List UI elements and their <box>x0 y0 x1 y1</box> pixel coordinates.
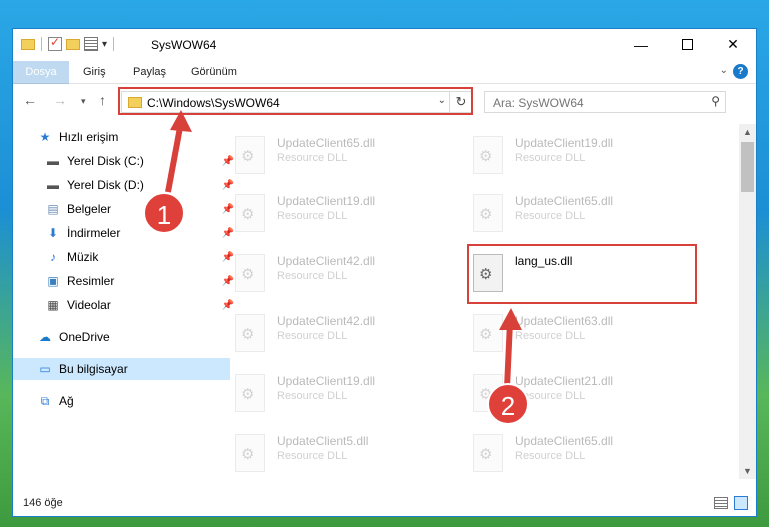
arrow-2-head <box>499 308 522 330</box>
arrow-1-shaft <box>165 121 184 193</box>
annotation-arrows <box>165 110 522 389</box>
step-1-badge: 1 <box>143 192 185 234</box>
arrow-1-head <box>170 110 192 132</box>
step-2-badge: 2 <box>487 383 529 425</box>
arrow-2-shaft <box>504 321 513 389</box>
